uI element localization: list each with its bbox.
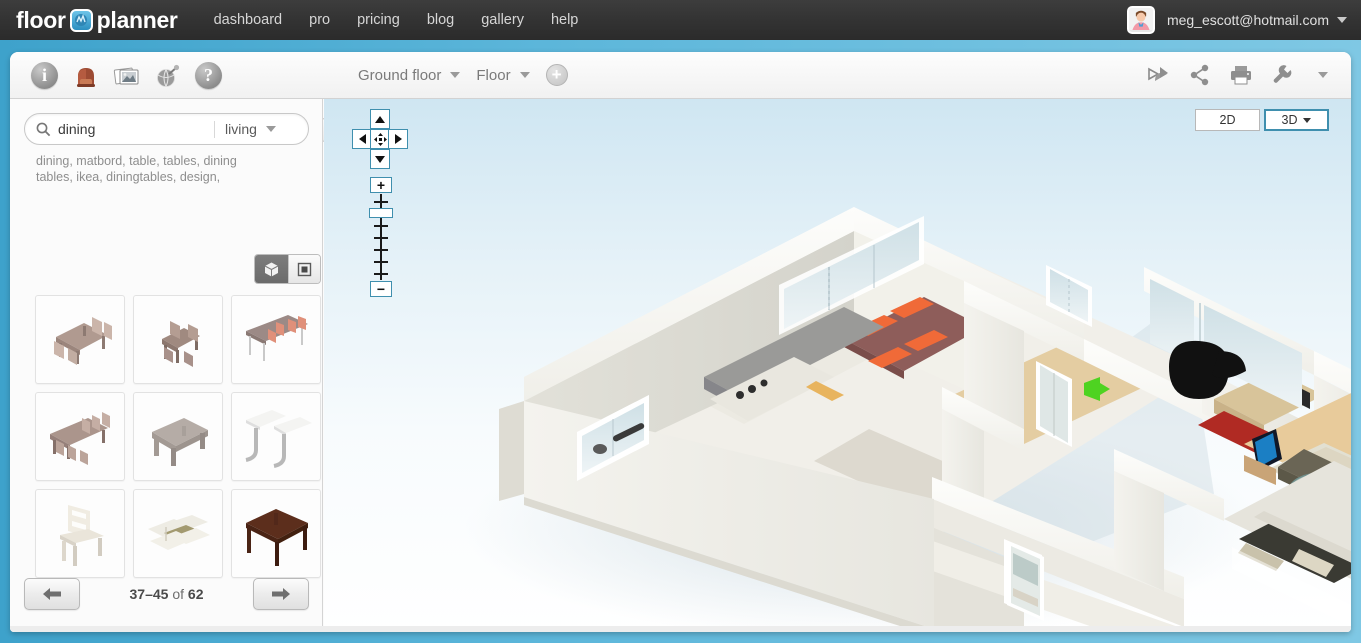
view-3d-cube-icon[interactable] (255, 255, 288, 283)
zoom-tick (374, 261, 388, 263)
chevron-down-icon (1303, 117, 1312, 123)
zoom-in-button[interactable]: + (370, 177, 392, 193)
toolbar-left-icon-group: i ? (28, 59, 225, 92)
floor-label: Floor (476, 66, 511, 84)
pan-down-button[interactable] (370, 149, 390, 169)
page-total: 62 (187, 586, 204, 602)
nav-dashboard[interactable]: dashboard (214, 12, 283, 28)
photos-gallery-icon[interactable] (110, 59, 143, 92)
category-dropdown[interactable]: living (225, 121, 276, 137)
chevron-down-icon (519, 72, 530, 78)
arrow-up-icon (375, 115, 385, 123)
main-nav-links: dashboard pro pricing blog gallery help (214, 12, 606, 28)
print-icon[interactable] (1227, 61, 1255, 89)
logo-text-floor: floor (16, 6, 66, 33)
dining-table-bench-chairs[interactable] (35, 392, 125, 481)
library-view-toggle (254, 254, 321, 284)
export-arrow-icon[interactable] (1145, 61, 1173, 89)
ground-floor-label: Ground floor (358, 66, 442, 84)
dining-table-4-chairs[interactable] (133, 295, 223, 384)
floorplanner-logo[interactable]: floor planner (16, 7, 178, 34)
editor-toolbar: i ? Ground floor Floor + (10, 52, 1351, 142)
view-2d-button[interactable]: 2D (1195, 109, 1260, 131)
floor-selector-group: Ground floor Floor + (358, 64, 568, 86)
pan-center-button[interactable] (370, 129, 390, 149)
dark-wood-square-table[interactable] (231, 489, 321, 578)
add-floor-button[interactable]: + (545, 64, 568, 86)
pan-right-button[interactable] (388, 129, 408, 149)
white-dining-chair[interactable] (35, 489, 125, 578)
dining-table-6-chairs[interactable] (35, 295, 125, 384)
view-3d-label: 3D (1281, 113, 1298, 127)
page-range: 37–45 (129, 586, 169, 602)
adjustable-side-tables[interactable] (231, 392, 321, 481)
nav-pro[interactable]: pro (309, 12, 330, 28)
pagination-info: 37–45 of 62 (130, 586, 204, 602)
furniture-results-grid (35, 295, 323, 578)
category-label: living (225, 121, 257, 137)
view-2d-square-icon[interactable] (287, 255, 320, 283)
chevron-down-icon (450, 72, 461, 78)
page-of-word: of (172, 586, 185, 602)
search-bar: living (24, 113, 309, 145)
account-email-label: meg_escott@hotmail.com (1166, 12, 1329, 28)
horizontal-scrollbar[interactable] (10, 626, 1351, 632)
results-pagination: 37–45 of 62 (24, 578, 309, 610)
toolbar-right-icon-group (1145, 61, 1337, 89)
search-divider (214, 120, 215, 138)
nav-help[interactable]: help (551, 12, 578, 28)
floorplan-3d-canvas[interactable]: + − 2D 3D (324, 99, 1351, 632)
account-menu[interactable]: meg_escott@hotmail.com (1126, 0, 1347, 40)
floorplanner-badge-icon (69, 8, 93, 32)
zoom-tick (374, 273, 388, 275)
library-sidebar: living dining, matbord, table, tables, d… (10, 99, 323, 632)
search-tag-suggestions: dining, matbord, table, tables, dining t… (36, 154, 237, 184)
chevron-down-icon (265, 126, 276, 132)
globe-materials-icon[interactable] (151, 59, 184, 92)
arrow-right-icon (394, 134, 402, 144)
zoom-tick (374, 237, 388, 239)
zoom-tick (374, 249, 388, 251)
long-dining-table-chairs[interactable] (231, 295, 321, 384)
plain-dining-table[interactable] (133, 392, 223, 481)
nav-blog[interactable]: blog (427, 12, 454, 28)
prev-page-button[interactable] (24, 578, 80, 610)
zoom-slider-handle[interactable] (369, 208, 393, 218)
share-network-icon[interactable] (1186, 61, 1214, 89)
pan-move-icon (373, 132, 387, 146)
dimension-toggle: 2D 3D (1195, 109, 1329, 131)
arrow-down-icon (375, 155, 385, 163)
pan-left-button[interactable] (352, 129, 372, 149)
search-icon (36, 122, 51, 137)
zoom-tick (374, 201, 388, 203)
extendable-table-leaves[interactable] (133, 489, 223, 578)
furniture-armchair-icon[interactable] (69, 59, 102, 92)
floorplan-3d-scene (464, 207, 1351, 632)
zoom-out-button[interactable]: − (370, 281, 392, 297)
application-window: i ? Ground floor Floor + dining living d… (10, 52, 1351, 632)
pan-navigation-pad (352, 109, 408, 181)
pan-up-button[interactable] (370, 109, 390, 129)
floor-dropdown[interactable]: Floor (476, 66, 530, 84)
info-icon[interactable]: i (28, 59, 61, 92)
logo-text-planner: planner (96, 6, 178, 33)
toolbar-more-chevron-down-icon[interactable] (1309, 61, 1337, 89)
arrow-left-icon (358, 134, 366, 144)
nav-pricing[interactable]: pricing (357, 12, 400, 28)
search-input[interactable] (58, 121, 208, 137)
user-avatar-icon (1126, 6, 1155, 34)
chevron-down-icon (1337, 17, 1347, 23)
next-page-button[interactable] (252, 578, 309, 610)
nav-gallery[interactable]: gallery (481, 12, 524, 28)
settings-wrench-icon[interactable] (1268, 61, 1296, 89)
view-3d-button[interactable]: 3D (1264, 109, 1329, 131)
zoom-slider[interactable]: + − (369, 177, 393, 297)
help-question-icon[interactable]: ? (192, 59, 225, 92)
ground-floor-dropdown[interactable]: Ground floor (358, 66, 461, 84)
top-navigation-bar: floor planner dashboard pro pricing blog gal… (0, 0, 1361, 40)
zoom-tick (374, 225, 388, 227)
